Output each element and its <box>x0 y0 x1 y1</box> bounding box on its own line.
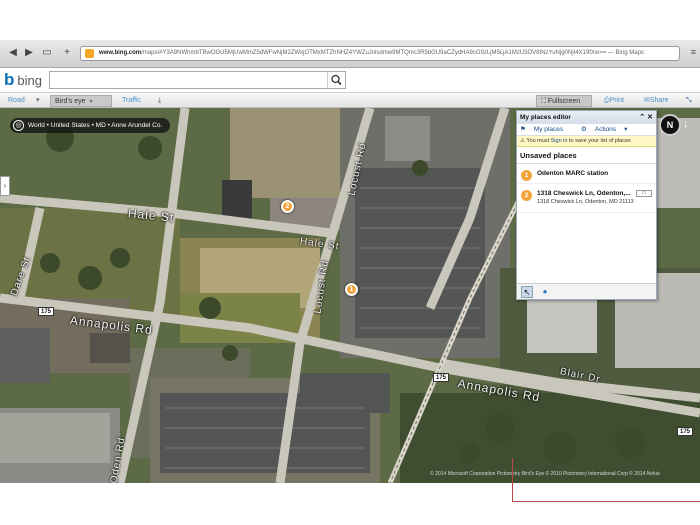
globe-icon: ◎ <box>13 120 24 131</box>
birds-eye-label: Bird's eye <box>55 98 86 105</box>
signin-prefix: You must <box>526 138 550 144</box>
birds-eye-button[interactable]: Bird's eye ▾ <box>50 95 112 107</box>
place-address: 1318 Cheswick Ln, Odenton, MD 21113 <box>537 199 634 205</box>
route-shield-center: 175 <box>433 373 450 382</box>
back-icon[interactable]: ◀ <box>6 46 20 59</box>
tab-my-places[interactable]: ⚑ My places <box>520 126 571 133</box>
url-domain: www.bing.com <box>99 50 142 56</box>
compass-icon[interactable]: N <box>659 114 681 136</box>
unsaved-places-heading: Unsaved places <box>517 147 656 164</box>
breadcrumb-text: World • United States • MD • Anne Arunde… <box>28 122 163 129</box>
share-label: Share <box>649 97 669 104</box>
bing-logo[interactable]: b bing <box>4 70 42 90</box>
download-icon[interactable]: ⤓ <box>158 95 161 107</box>
places-editor-panel: My places editor ⌃ ✕ ⚑ My places ⚙ Actions… <box>516 110 657 300</box>
browser-toolbar: ◀ ▶ ▭ + www.bing.com/maps/#Y3A9NWhmbTBwO… <box>0 40 700 68</box>
route-shield-east: 175 <box>677 427 694 436</box>
route-shield-west: 175 <box>38 307 55 316</box>
bing-b-icon: b <box>4 70 15 89</box>
road-view-button[interactable]: Road <box>8 95 25 107</box>
panel-tabs: ⚑ My places ⚙ Actions ▾ <box>517 124 656 136</box>
panel-footer: ↖ ● <box>517 283 656 299</box>
tab-actions-label: Actions <box>594 126 617 133</box>
place-item[interactable]: 2 1318 Cheswick Ln, Odenton,... 1318 Che… <box>517 184 656 213</box>
places-icon: ⚑ <box>520 126 526 133</box>
signin-link[interactable]: Sign in <box>551 138 568 144</box>
place-number-badge: 1 <box>521 170 532 181</box>
edit-place-button[interactable]: ▭ <box>636 190 652 197</box>
chevron-down-icon: ▾ <box>89 99 93 105</box>
search-button[interactable] <box>327 72 345 88</box>
screenshot-page: ◀ ▶ ▭ + www.bing.com/maps/#Y3A9NWhmbTBwO… <box>0 0 700 525</box>
place-item[interactable]: 1 Odenton MARC station <box>517 164 656 184</box>
pushpin-tool-icon[interactable]: ● <box>539 286 551 298</box>
tab-actions[interactable]: ⚙ Actions ▾ <box>581 126 635 133</box>
map-pin-2[interactable]: 2 <box>281 200 294 213</box>
panel-titlebar: My places editor ⌃ ✕ <box>517 111 656 124</box>
panel-title: My places editor <box>520 114 571 121</box>
rotate-arrow-icon[interactable]: ↓ <box>683 118 689 130</box>
warning-icon: ⚠ <box>520 138 525 144</box>
select-tool-icon[interactable]: ↖ <box>521 286 533 298</box>
map-toolbar: Road ▾ Bird's eye ▾ Traffic ⤓ ⛶ Fullscree… <box>0 92 700 108</box>
collapse-icon[interactable]: ⤡ <box>686 95 692 107</box>
search-icon <box>331 74 342 86</box>
place-name: Odenton MARC station <box>537 170 609 177</box>
signin-notice: ⚠ You must Sign in to save your list of … <box>517 136 656 147</box>
place-number-badge: 2 <box>521 190 532 201</box>
tab-my-places-label: My places <box>533 126 564 133</box>
location-breadcrumb[interactable]: ◎ World • United States • MD • Anne Arun… <box>10 118 171 133</box>
signin-suffix: to save your list of places <box>569 138 631 144</box>
chevron-down-icon: ▾ <box>624 126 628 133</box>
annotation-line <box>512 458 700 502</box>
minimize-icon[interactable]: ⌃ <box>639 114 645 121</box>
url-path: /maps/#Y3A9NWhmbTBwOGU5MjUwMmZ5dWFwNjM2Z… <box>141 50 644 56</box>
share-button[interactable]: ✉Share <box>644 95 669 107</box>
print-label: Print <box>609 97 625 104</box>
fullscreen-label: Fullscreen <box>547 98 581 105</box>
fullscreen-button[interactable]: ⛶ Fullscreen <box>536 95 592 107</box>
bookmarks-icon[interactable]: ▭ <box>40 46 54 59</box>
print-button[interactable]: ⎙Print <box>604 95 624 107</box>
favicon-icon <box>85 49 94 58</box>
bing-logo-text: bing <box>17 72 42 88</box>
forward-icon[interactable]: ▶ <box>22 46 36 59</box>
menu-icon[interactable]: ≡ <box>691 47 696 57</box>
map-pin-1[interactable]: 1 <box>345 283 358 296</box>
bing-header: b bing <box>0 68 700 92</box>
address-bar[interactable]: www.bing.com/maps/#Y3A9NWhmbTBwOGU5MjUwM… <box>80 46 680 61</box>
road-dropdown-icon[interactable]: ▾ <box>36 95 40 107</box>
panel-controls: ⌃ ✕ <box>639 111 653 124</box>
close-icon[interactable]: ✕ <box>647 114 653 121</box>
traffic-button[interactable]: Traffic <box>122 95 141 107</box>
search-box[interactable] <box>49 71 346 89</box>
actions-icon: ⚙ <box>580 126 587 133</box>
new-tab-icon[interactable]: + <box>60 46 74 59</box>
expand-panel-button[interactable]: › <box>0 176 10 196</box>
